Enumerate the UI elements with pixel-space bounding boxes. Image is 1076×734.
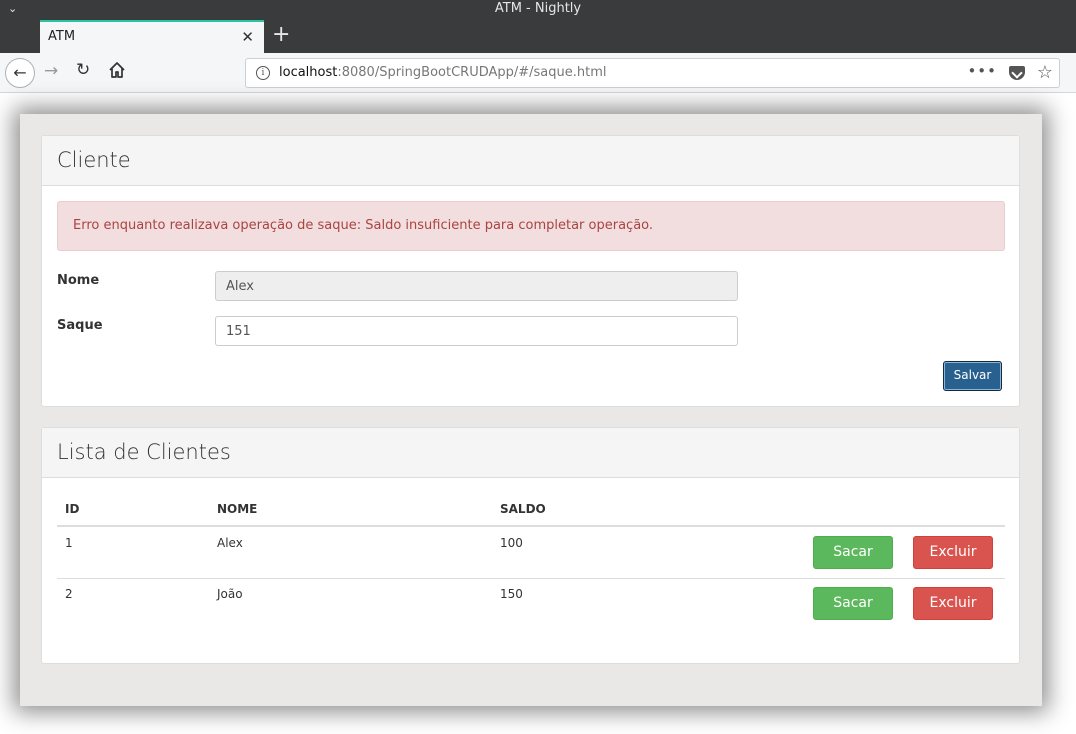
star-icon[interactable]: ☆: [1037, 62, 1053, 83]
arrow-left-icon: ←: [13, 63, 27, 82]
nome-label: Nome: [57, 273, 100, 288]
reload-button[interactable]: ↻: [76, 60, 90, 80]
tab-strip: ATM ✕ +: [0, 20, 1076, 53]
new-tab-icon[interactable]: +: [272, 24, 290, 46]
window-title: ATM - Nightly: [494, 1, 582, 16]
url-bar[interactable]: i localhost:8080/SpringBootCRUDApp/#/saq…: [245, 58, 1060, 88]
page-actions-icon[interactable]: •••: [967, 62, 997, 80]
lista-panel-title: Lista de Clientes: [42, 428, 1019, 478]
home-button[interactable]: [108, 61, 126, 79]
info-icon[interactable]: i: [256, 66, 270, 80]
reload-icon: ↻: [76, 60, 91, 80]
table-row: 1 Alex 100 Sacar Excluir: [57, 527, 1005, 578]
saque-field[interactable]: [215, 316, 738, 346]
page-content: Cliente Erro enquanto realizava operação…: [0, 94, 1076, 734]
url-text[interactable]: localhost:8080/SpringBootCRUDApp/#/saque…: [279, 65, 607, 80]
tab-title: ATM: [48, 29, 76, 44]
sacar-button[interactable]: Sacar: [813, 587, 893, 620]
back-button[interactable]: ←: [5, 58, 35, 88]
home-icon: [109, 62, 125, 78]
forward-button[interactable]: →: [44, 61, 58, 81]
close-icon[interactable]: ✕: [241, 28, 254, 46]
window-titlebar: ⌄ ATM - Nightly: [0, 0, 1076, 20]
excluir-button[interactable]: Excluir: [913, 587, 993, 620]
url-path: :8080/SpringBootCRUDApp/#/saque.html: [337, 65, 607, 80]
excluir-button[interactable]: Excluir: [913, 536, 993, 569]
column-header-saldo: SALDO: [500, 502, 546, 516]
column-header-id: ID: [65, 502, 80, 516]
cell-id: 1: [65, 536, 73, 550]
table-row: 2 João 150 Sacar Excluir: [57, 578, 1005, 629]
cell-saldo: 100: [500, 536, 523, 550]
cell-id: 2: [65, 587, 73, 601]
url-host: localhost: [279, 65, 338, 80]
navigation-toolbar: ← → ↻ i localhost:8080/SpringBootCRUDApp…: [0, 53, 1076, 93]
pocket-icon[interactable]: [1009, 66, 1025, 80]
nome-field[interactable]: [215, 271, 738, 301]
cell-nome: João: [217, 587, 243, 601]
main-container: Cliente Erro enquanto realizava operação…: [20, 114, 1042, 706]
lista-clientes-panel: Lista de Clientes ID NOME SALDO 1 Alex 1…: [41, 427, 1020, 664]
cliente-panel: Cliente Erro enquanto realizava operação…: [41, 135, 1020, 407]
cliente-panel-title: Cliente: [42, 136, 1019, 186]
cell-saldo: 150: [500, 587, 523, 601]
cell-nome: Alex: [217, 536, 243, 550]
save-button[interactable]: Salvar: [943, 361, 1002, 391]
tab-atm[interactable]: ATM ✕: [40, 20, 264, 53]
saque-label: Saque: [57, 318, 103, 333]
column-header-nome: NOME: [217, 502, 258, 516]
error-alert: Erro enquanto realizava operação de saqu…: [57, 201, 1005, 251]
sacar-button[interactable]: Sacar: [813, 536, 893, 569]
arrow-right-icon: →: [44, 61, 59, 81]
